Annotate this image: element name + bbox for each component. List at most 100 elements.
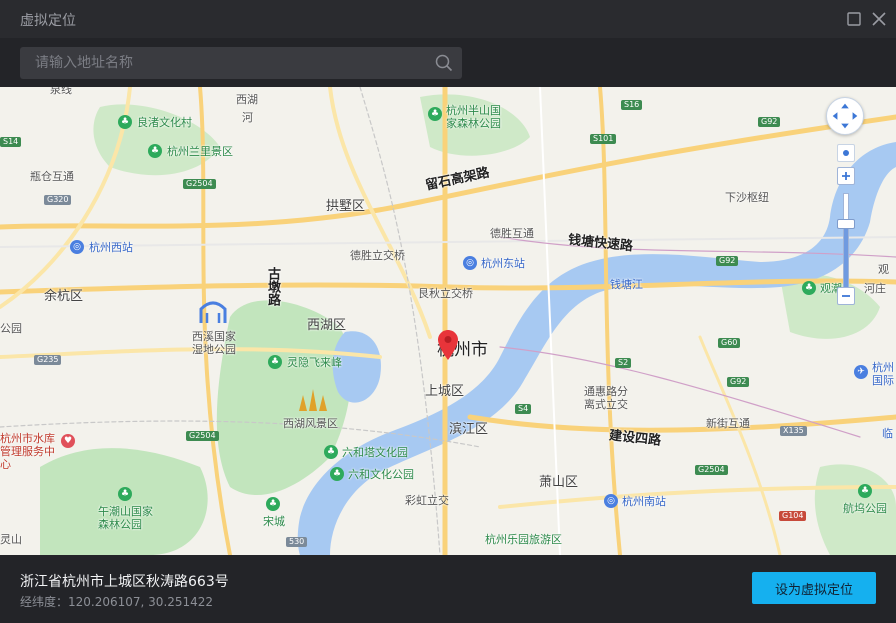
route-shield: G92 <box>727 377 749 387</box>
district-label: 上城区 <box>425 385 464 398</box>
place-label[interactable]: 杭州乐园旅游区 <box>485 533 562 546</box>
park-icon: ♣ <box>148 144 162 158</box>
locate-icon <box>838 145 854 161</box>
route-shield: G60 <box>718 338 740 348</box>
place-label[interactable]: 河庄 <box>864 282 886 295</box>
airport-icon: ✈ <box>854 365 868 379</box>
location-footer: 浙江省杭州市上城区秋涛路663号 经纬度：120.206107, 30.2514… <box>0 555 896 623</box>
selected-address: 浙江省杭州市上城区秋涛路663号 <box>20 571 229 591</box>
place-label[interactable]: 西溪国家湿地公园 <box>192 330 242 356</box>
park-icon: ♣ <box>858 484 872 498</box>
place-label[interactable]: 杭州兰里景区 <box>167 145 233 158</box>
place-label[interactable]: 彩虹立交 <box>405 494 449 507</box>
map-view[interactable]: 拱墅区 余杭区 西湖区 上城区 滨江区 萧山区 留石高架路 钱塘快速路 古墩路 … <box>0 87 896 555</box>
pagoda-icon <box>295 387 331 413</box>
place-label[interactable]: 通惠路分离式立交 <box>584 385 634 411</box>
address-search-input[interactable] <box>20 47 425 79</box>
title-bar: 虚拟定位 <box>0 0 896 38</box>
train-station-icon: ◎ <box>463 256 477 270</box>
route-shield: S101 <box>590 134 616 144</box>
place-label[interactable]: 河 <box>242 111 253 124</box>
place-label[interactable]: 杭州国际 <box>872 361 896 387</box>
map-base-layer <box>0 87 896 555</box>
place-label[interactable]: 午潮山国家森林公园 <box>98 505 158 531</box>
place-label[interactable]: 新街互通 <box>706 417 750 430</box>
district-label: 拱墅区 <box>326 200 365 213</box>
route-shield: G235 <box>34 355 61 365</box>
place-label[interactable]: 西湖 <box>236 93 258 106</box>
route-shield: G92 <box>758 117 780 127</box>
place-label[interactable]: 德胜立交桥 <box>350 249 405 262</box>
route-shield: G2504 <box>186 431 219 441</box>
search-icon[interactable] <box>435 54 453 72</box>
place-label[interactable]: 六和塔文化园 <box>342 446 408 459</box>
map-controls <box>826 97 866 307</box>
plus-icon <box>838 168 854 184</box>
train-station-icon: ◎ <box>70 240 84 254</box>
place-label[interactable]: 公园 <box>0 322 22 335</box>
route-shield: S16 <box>621 100 642 110</box>
zoom-out-button[interactable] <box>837 287 855 305</box>
route-shield: X135 <box>780 426 807 436</box>
route-shield: G104 <box>779 511 806 521</box>
district-label: 余杭区 <box>44 290 83 303</box>
search-box <box>20 47 462 79</box>
park-icon: ♣ <box>118 115 132 129</box>
train-station-icon: ◎ <box>604 494 618 508</box>
park-icon: ♣ <box>802 281 816 295</box>
place-label[interactable]: 泉线 <box>50 87 72 96</box>
place-label[interactable]: 德胜互通 <box>490 227 534 240</box>
place-label[interactable]: 杭州半山国家森林公园 <box>446 104 508 130</box>
park-icon: ♣ <box>266 497 280 511</box>
route-shield: S2 <box>615 358 631 368</box>
coordinates-label: 经纬度： <box>20 595 68 609</box>
place-label[interactable]: 航坞公园 <box>843 502 887 515</box>
close-icon[interactable] <box>871 11 887 27</box>
set-virtual-location-button[interactable]: 设为虚拟定位 <box>752 572 876 604</box>
place-label[interactable]: 杭州西站 <box>89 241 133 254</box>
location-pin-icon[interactable] <box>438 330 458 360</box>
zoom-in-button[interactable] <box>837 167 855 185</box>
place-label[interactable]: 下沙枢纽 <box>725 191 769 204</box>
zoom-slider[interactable] <box>843 193 849 297</box>
place-label[interactable]: 艮秋立交桥 <box>418 287 473 300</box>
service-center-icon: ♥ <box>61 434 75 448</box>
wetland-gate-icon <box>199 299 227 325</box>
window-title: 虚拟定位 <box>20 10 76 30</box>
park-icon: ♣ <box>330 467 344 481</box>
place-label[interactable]: 良渚文化村 <box>137 116 192 129</box>
place-label[interactable]: 杭州市水库管理服务中心 <box>0 432 58 471</box>
park-icon: ♣ <box>268 355 282 369</box>
coordinates: 经纬度：120.206107, 30.251422 <box>20 593 213 610</box>
route-shield: G2504 <box>183 179 216 189</box>
zoom-slider-handle[interactable] <box>837 219 855 229</box>
coordinates-value: 120.206107, 30.251422 <box>68 595 213 609</box>
park-icon: ♣ <box>324 445 338 459</box>
place-label[interactable]: 灵隐飞来峰 <box>287 356 342 369</box>
place-label[interactable]: 西湖风景区 <box>283 417 338 430</box>
pan-control[interactable] <box>826 97 864 135</box>
water-label: 钱塘江 <box>610 278 643 291</box>
park-icon: ♣ <box>118 487 132 501</box>
place-label[interactable]: 临 <box>882 427 893 440</box>
place-label[interactable]: 六和文化公园 <box>348 468 414 481</box>
minus-icon <box>838 288 854 304</box>
place-label[interactable]: 杭州东站 <box>481 257 525 270</box>
place-label[interactable]: 宋城 <box>263 515 285 528</box>
maximize-icon[interactable] <box>846 11 862 27</box>
route-shield: S14 <box>0 137 21 147</box>
route-shield: G2504 <box>695 465 728 475</box>
road-label: 古墩路 <box>266 267 279 306</box>
place-label[interactable]: 灵山 <box>0 533 22 546</box>
district-label: 滨江区 <box>449 423 488 436</box>
locate-button[interactable] <box>837 144 855 162</box>
route-shield: G320 <box>44 195 71 205</box>
route-shield: S4 <box>515 404 531 414</box>
district-label: 萧山区 <box>539 476 578 489</box>
place-label[interactable]: 瓶仓互通 <box>30 170 74 183</box>
virtual-location-window: 虚拟定位 <box>0 0 896 623</box>
place-label[interactable]: 杭州南站 <box>622 495 666 508</box>
route-shield: 530 <box>286 537 307 547</box>
place-label[interactable]: 观 <box>878 263 889 276</box>
park-icon: ♣ <box>428 107 442 121</box>
